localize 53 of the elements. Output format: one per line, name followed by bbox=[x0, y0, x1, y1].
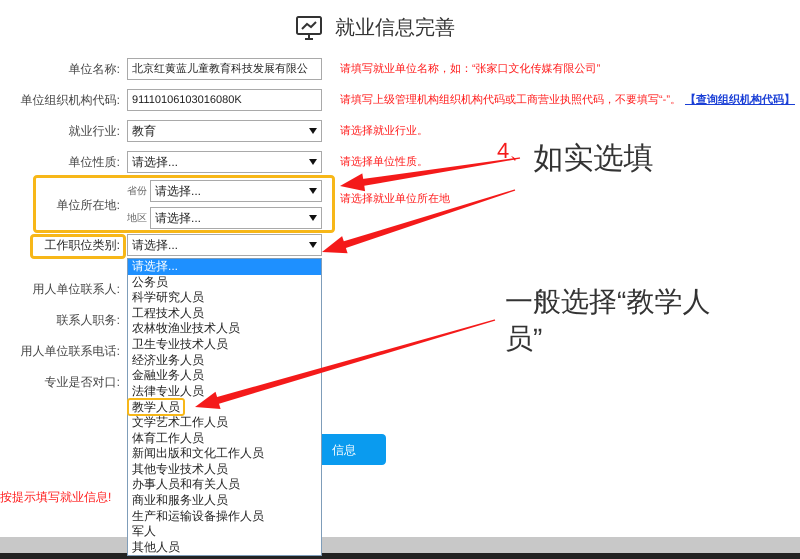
select-field[interactable]: 请选择... bbox=[127, 151, 322, 173]
error-message: 按提示填写就业信息! bbox=[0, 489, 112, 506]
select-field[interactable]: 请选择... bbox=[150, 207, 322, 229]
dropdown-option[interactable]: 卫生专业技术人员 bbox=[132, 336, 228, 353]
dropdown-option[interactable]: 经济业务人员 bbox=[132, 352, 204, 368]
field-label: 联系人职务: bbox=[56, 312, 120, 329]
dropdown-option[interactable]: 农林牧渔业技术人员 bbox=[132, 321, 240, 337]
annotation-text: 一般选择“教学人员” bbox=[505, 285, 712, 356]
lookup-link[interactable]: 【查询组织机构代码】 bbox=[685, 92, 795, 108]
dropdown-option[interactable]: 科学研究人员 bbox=[132, 290, 204, 306]
select-field[interactable]: 请选择... bbox=[127, 234, 322, 256]
field-label: 专业是否对口: bbox=[44, 374, 120, 391]
dropdown-option[interactable]: 法律专业人员 bbox=[132, 384, 204, 400]
select-field[interactable]: 请选择... bbox=[150, 180, 322, 202]
caret-icon bbox=[309, 188, 317, 194]
caret-icon bbox=[309, 215, 317, 221]
field-label: 用人单位联系人: bbox=[32, 281, 120, 298]
page-title: 就业信息完善 bbox=[335, 16, 455, 41]
annotation-text: 如实选填 bbox=[533, 144, 654, 174]
sub-label: 地区 bbox=[127, 212, 148, 226]
select-field[interactable]: 教育 bbox=[127, 120, 322, 142]
dropdown-option[interactable]: 其他专业技术人员 bbox=[132, 462, 228, 478]
hint-text: 请选择单位性质。 bbox=[340, 154, 428, 170]
field-label: 用人单位联系电话: bbox=[20, 343, 120, 360]
dropdown-option[interactable]: 办事人员和有关人员 bbox=[132, 477, 240, 493]
field-label: 单位名称: bbox=[68, 61, 120, 78]
dropdown-option[interactable]: 新闻出版和文化工作人员 bbox=[132, 446, 264, 462]
dropdown-option[interactable]: 金融业务人员 bbox=[132, 368, 204, 384]
field-label: 单位性质: bbox=[68, 154, 120, 171]
field-label: 单位所在地: bbox=[56, 198, 120, 212]
dropdown-option[interactable]: 工程技术人员 bbox=[132, 306, 204, 322]
dropdown-option[interactable]: 其他人员 bbox=[132, 540, 180, 556]
text-field[interactable]: 91110106103016080K bbox=[127, 89, 322, 111]
field-label: 工作职位类别: bbox=[44, 238, 120, 252]
monitor-chart-icon bbox=[295, 15, 323, 41]
dropdown-option[interactable]: 商业和服务业人员 bbox=[132, 492, 228, 508]
caret-icon bbox=[309, 242, 317, 248]
dropdown-option[interactable]: 生产和运输设备操作人员 bbox=[132, 508, 264, 524]
caret-icon bbox=[309, 128, 317, 134]
dropdown-option[interactable]: 公务员 bbox=[132, 274, 168, 290]
field-label: 单位组织机构代码: bbox=[20, 92, 120, 109]
field-label: 就业行业: bbox=[68, 123, 120, 140]
hint-text: 请填写上级管理机构组织机构代码或工商营业执照代码，不要填写“-”。 bbox=[340, 92, 681, 108]
dropdown-option[interactable]: 文学艺术工作人员 bbox=[132, 414, 228, 431]
text-field[interactable]: 北京红黄蓝儿童教育科技发展有限公 bbox=[127, 58, 322, 80]
hint-text: 请填写就业单位名称，如：“张家口文化传媒有限公司” bbox=[340, 62, 600, 77]
dropdown-option[interactable]: 教学人员 bbox=[127, 398, 185, 416]
dropdown-option[interactable]: 军人 bbox=[132, 524, 156, 540]
hint-text: 请选择就业单位所在地 bbox=[340, 192, 450, 208]
sub-label: 省份 bbox=[127, 184, 148, 198]
dropdown-option[interactable]: 体育工作人员 bbox=[132, 430, 204, 446]
hint-text: 请选择就业行业。 bbox=[340, 124, 428, 139]
caret-icon bbox=[309, 159, 317, 165]
